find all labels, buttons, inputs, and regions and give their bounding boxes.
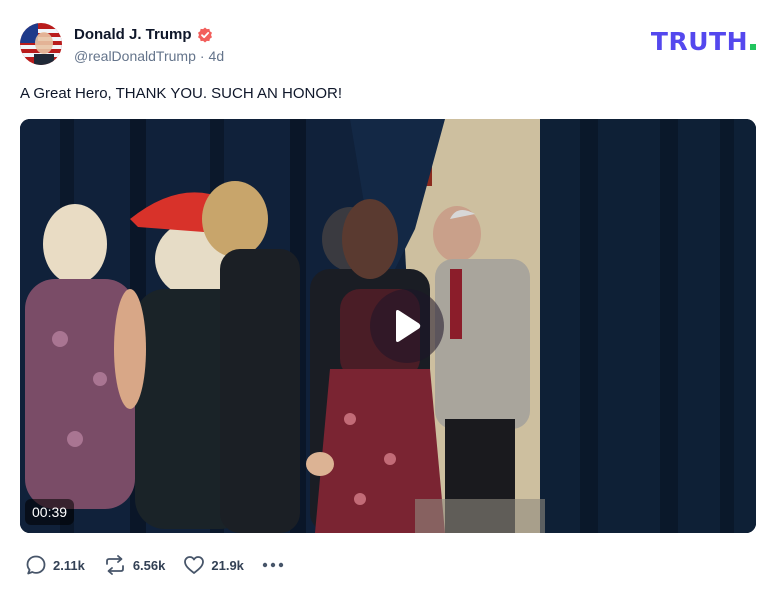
action-bar: 2.11k 6.56k 21.9k (25, 554, 284, 576)
reply-count: 2.11k (53, 557, 85, 573)
heart-icon (184, 556, 205, 574)
reply-button[interactable]: 2.11k (25, 554, 85, 576)
meta-row: @realDonaldTrump · 4d (74, 48, 224, 64)
more-options-button[interactable] (262, 554, 284, 576)
retruth-count: 6.56k (132, 557, 166, 573)
display-name[interactable]: Donald J. Trump (74, 26, 192, 43)
play-icon (396, 310, 421, 342)
more-dots-icon (262, 562, 284, 568)
post-timestamp[interactable]: 4d (209, 48, 225, 64)
user-block: Donald J. Trump @realDonaldTrump · 4d (74, 25, 224, 64)
reply-icon (26, 555, 46, 575)
play-button[interactable] (370, 289, 444, 363)
post-header: Donald J. Trump @realDonaldTrump · 4d (20, 22, 224, 66)
truth-logo[interactable]: TRUTH (651, 29, 756, 55)
like-button[interactable]: 21.9k (183, 554, 244, 576)
truth-logo-dot (750, 44, 756, 50)
truth-logo-text: TRUTH (650, 27, 748, 56)
retruth-icon (105, 555, 124, 575)
video-duration: 00:39 (25, 499, 75, 525)
meta-separator: · (199, 47, 205, 64)
name-row: Donald J. Trump (74, 25, 224, 45)
user-handle[interactable]: @realDonaldTrump (74, 48, 196, 64)
retruth-button[interactable]: 6.56k (103, 554, 166, 576)
verified-badge-icon (197, 27, 213, 43)
post-card: Donald J. Trump @realDonaldTrump · 4d TR… (0, 0, 777, 596)
video-player[interactable]: 00:39 (20, 119, 756, 533)
post-text: A Great Hero, THANK YOU. SUCH AN HONOR! (20, 85, 343, 102)
like-count: 21.9k (211, 557, 244, 573)
avatar[interactable] (20, 23, 62, 65)
